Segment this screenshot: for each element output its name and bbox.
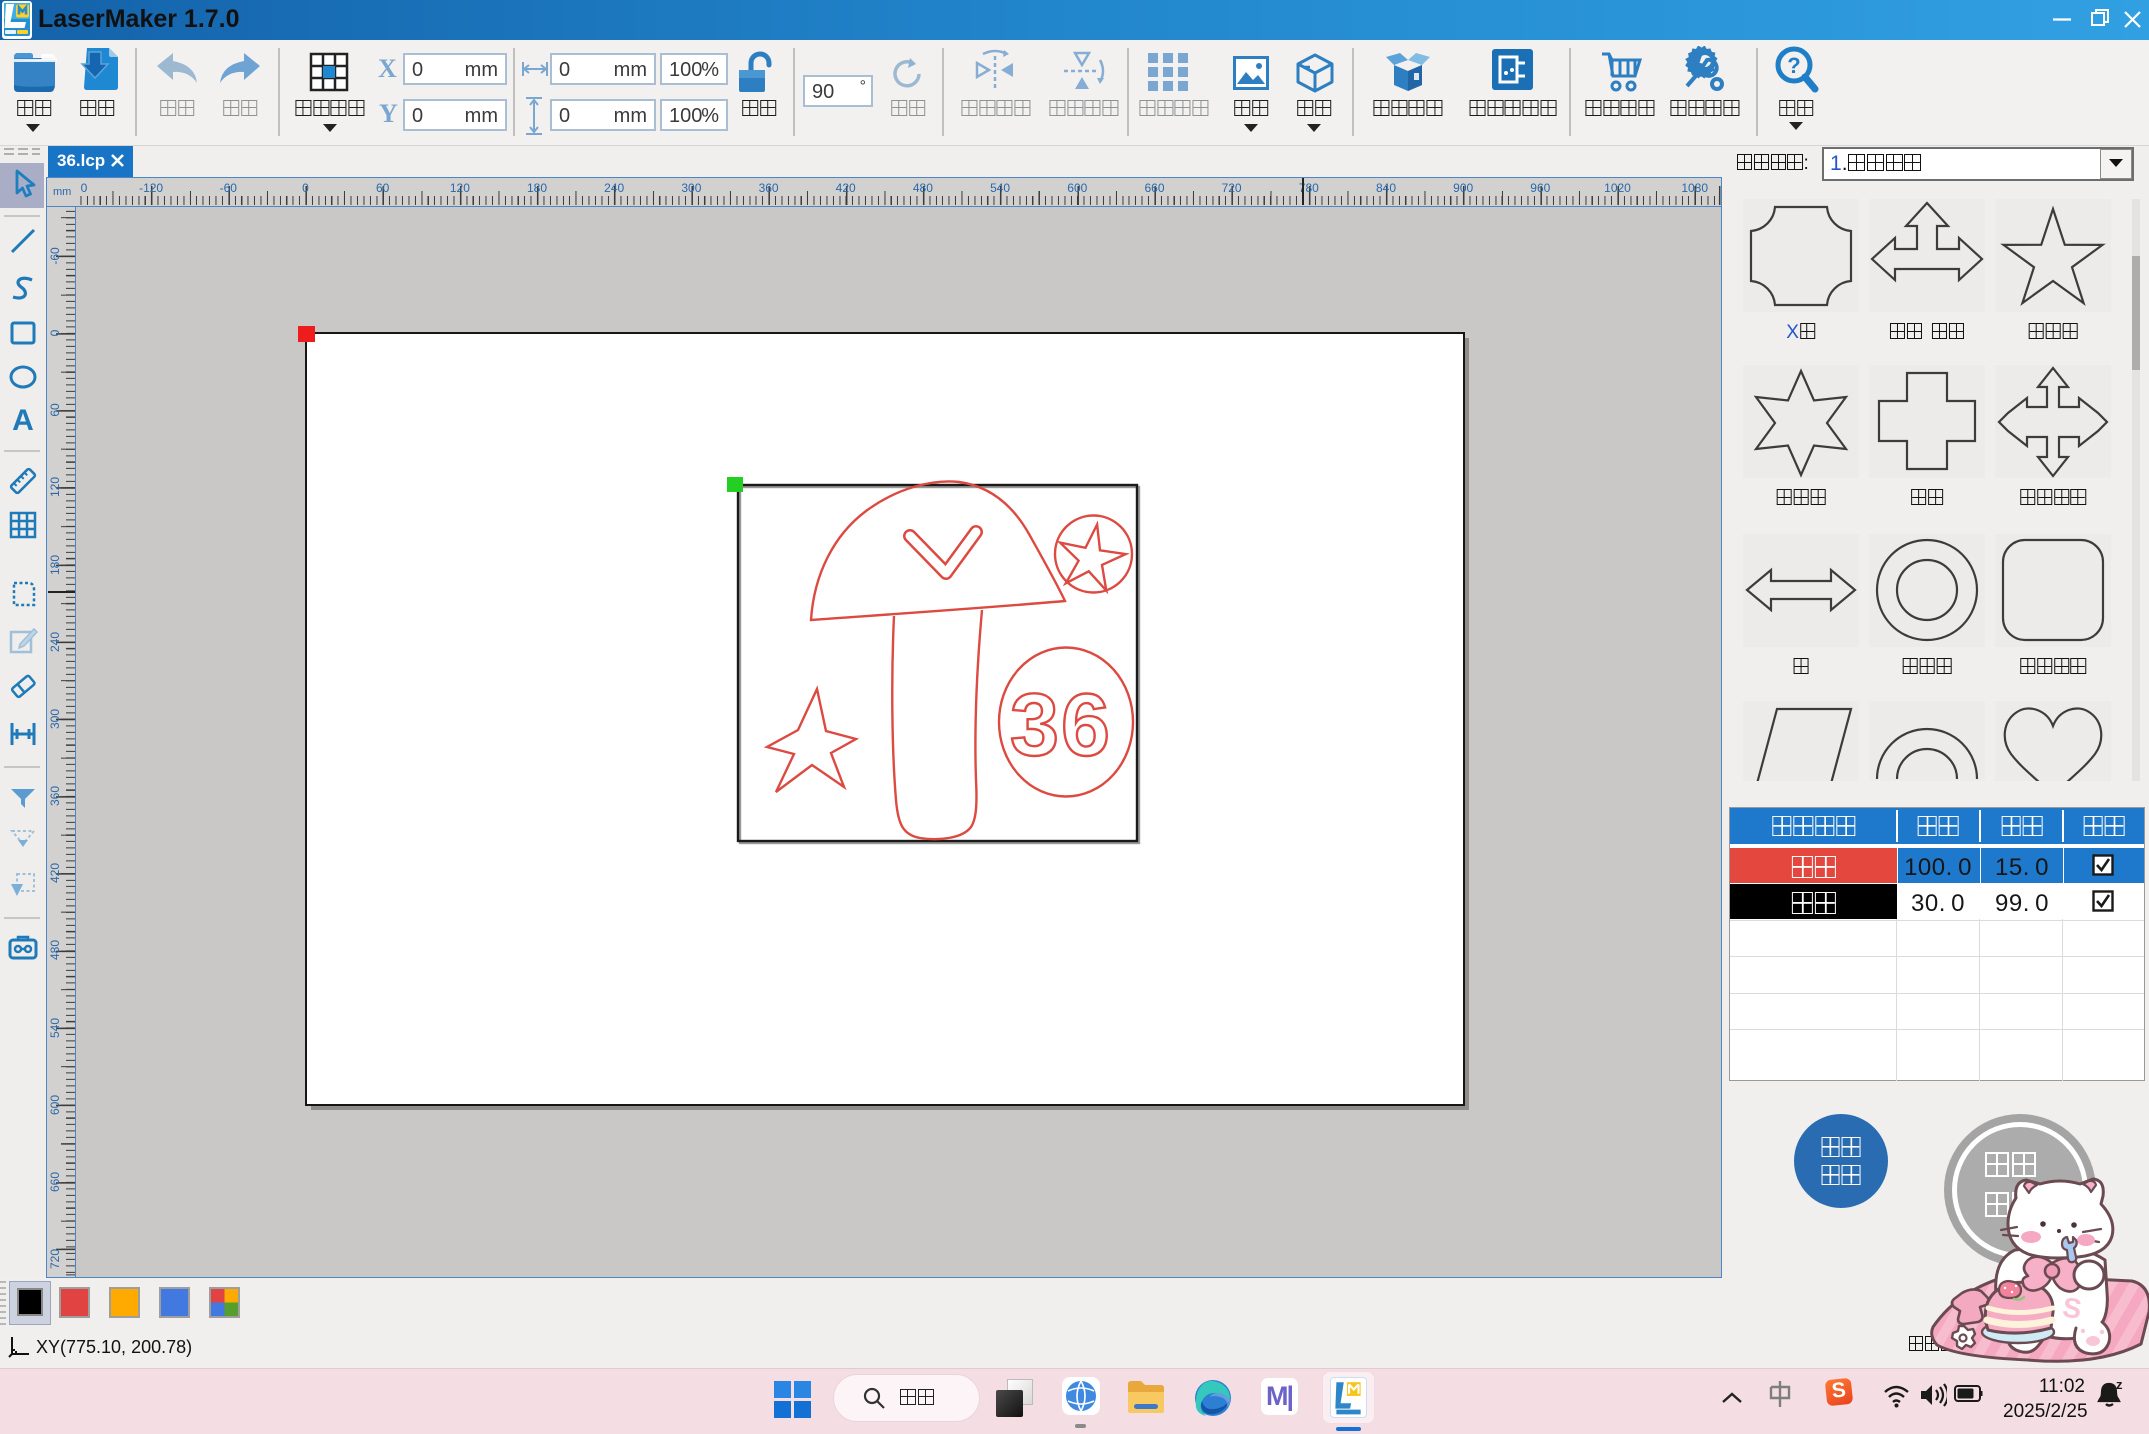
svg-text:?: ? — [1787, 53, 1800, 78]
svg-text:z: z — [2116, 1379, 2123, 1392]
svg-text:A: A — [12, 404, 34, 434]
